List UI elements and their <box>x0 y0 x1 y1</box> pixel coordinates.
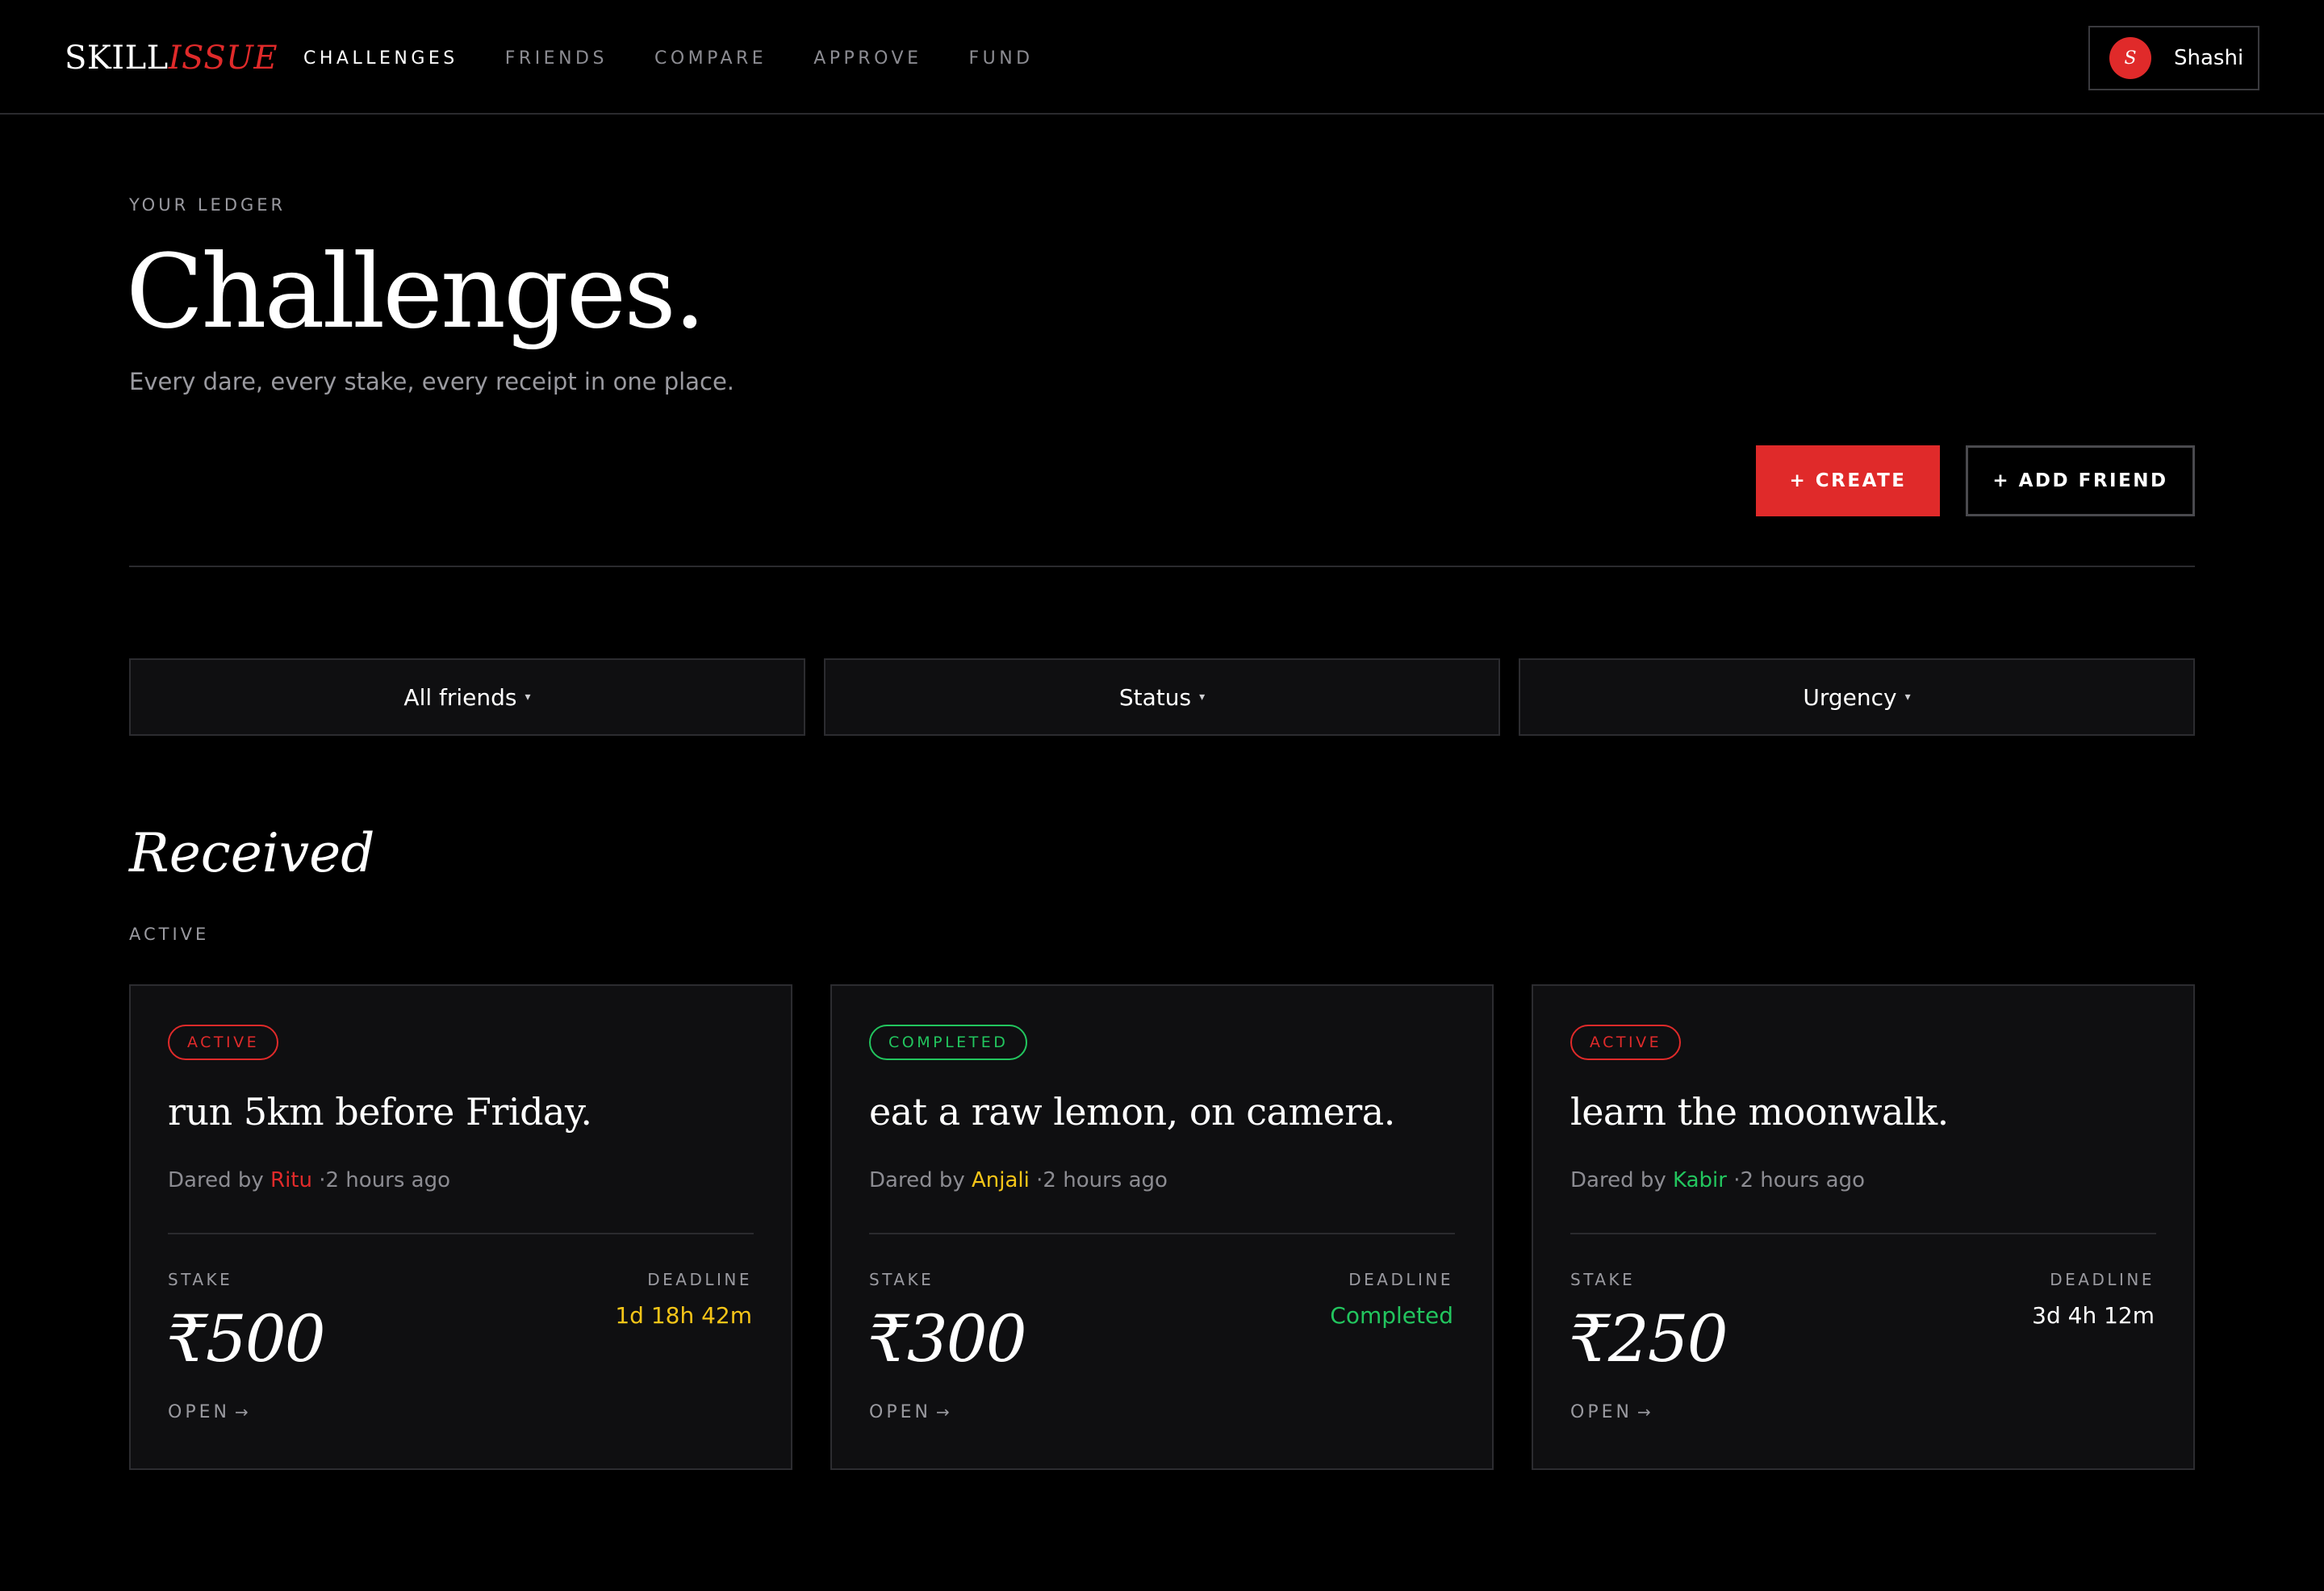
challenge-title: run 5km before Friday. <box>168 1090 592 1134</box>
card-divider <box>1570 1233 2156 1234</box>
header-divider <box>129 566 2195 567</box>
filter-label: Urgency <box>1803 683 1897 711</box>
challenge-meta: Dared by Ritu ·2 hours ago <box>168 1168 450 1192</box>
dared-by-prefix: Dared by <box>1570 1168 1666 1192</box>
dared-by-name[interactable]: Anjali <box>972 1168 1030 1192</box>
nav-links: CHALLENGES FRIENDS COMPARE APPROVE FUND <box>303 47 1080 71</box>
deadline-label: DEADLINE <box>2050 1270 2155 1289</box>
page-title: Challenges. <box>126 232 706 351</box>
logo[interactable]: SKILLISSUE <box>65 37 278 79</box>
time-ago: ·2 hours ago <box>1036 1168 1168 1192</box>
filter-label: Status <box>1118 683 1192 711</box>
nav-link-challenges[interactable]: CHALLENGES <box>303 47 458 71</box>
challenge-title: eat a raw lemon, on camera. <box>869 1090 1395 1134</box>
stake-value: ₹300 <box>867 1301 1027 1376</box>
logo-part-skill: SKILL <box>65 40 169 77</box>
section-subtitle: ACTIVE <box>129 925 210 944</box>
page-subtitle: Every dare, every stake, every receipt i… <box>129 368 735 395</box>
nav-link-compare[interactable]: COMPARE <box>654 47 767 71</box>
card-divider <box>869 1233 1455 1234</box>
card-divider <box>168 1233 754 1234</box>
caret-down-icon: ▾ <box>1904 691 1911 704</box>
user-name: Shashi <box>2174 46 2244 70</box>
filter-label: All friends <box>403 683 517 711</box>
dared-by-name[interactable]: Kabir <box>1673 1168 1727 1192</box>
nav-link-approve[interactable]: APPROVE <box>813 47 922 71</box>
challenge-card[interactable]: COMPLETED eat a raw lemon, on camera. Da… <box>830 984 1494 1470</box>
top-nav: SKILLISSUE CHALLENGES FRIENDS COMPARE AP… <box>0 0 2324 115</box>
status-badge: COMPLETED <box>869 1025 1028 1060</box>
caret-down-icon: ▾ <box>525 691 531 704</box>
deadline-label: DEADLINE <box>1348 1270 1453 1289</box>
stake-label: STAKE <box>1570 1270 1636 1289</box>
add-friend-button[interactable]: + ADD FRIEND <box>1966 445 2195 516</box>
challenge-meta: Dared by Kabir ·2 hours ago <box>1570 1168 1865 1192</box>
stake-value: ₹250 <box>1569 1301 1728 1376</box>
section-title: Received <box>129 822 375 884</box>
deadline-value: Completed <box>1330 1302 1453 1329</box>
deadline-value: 1d 18h 42m <box>615 1302 752 1329</box>
avatar: S <box>2109 37 2151 79</box>
challenge-meta: Dared by Anjali ·2 hours ago <box>869 1168 1168 1192</box>
nav-link-fund[interactable]: FUND <box>968 47 1033 71</box>
deadline-value: 3d 4h 12m <box>2032 1302 2155 1329</box>
open-label: OPEN <box>1570 1402 1632 1422</box>
open-link[interactable]: OPEN → <box>869 1402 950 1422</box>
open-link[interactable]: OPEN → <box>168 1402 249 1422</box>
dared-by-prefix: Dared by <box>869 1168 965 1192</box>
arrow-right-icon: → <box>1636 1402 1651 1422</box>
deadline-label: DEADLINE <box>647 1270 752 1289</box>
create-button[interactable]: + CREATE <box>1756 445 1940 516</box>
arrow-right-icon: → <box>234 1402 249 1422</box>
filter-all-friends[interactable]: All friends ▾ <box>129 658 805 736</box>
page-eyebrow: YOUR LEDGER <box>129 195 286 215</box>
challenge-card[interactable]: ACTIVE run 5km before Friday. Dared by R… <box>129 984 792 1470</box>
stake-label: STAKE <box>168 1270 233 1289</box>
status-badge: ACTIVE <box>1570 1025 1682 1060</box>
caret-down-icon: ▾ <box>1199 691 1206 704</box>
arrow-right-icon: → <box>935 1402 950 1422</box>
user-menu-button[interactable]: S Shashi <box>2088 26 2259 90</box>
dared-by-prefix: Dared by <box>168 1168 264 1192</box>
filter-urgency[interactable]: Urgency ▾ <box>1519 658 2195 736</box>
filter-status[interactable]: Status ▾ <box>824 658 1500 736</box>
stake-label: STAKE <box>869 1270 934 1289</box>
challenge-card[interactable]: ACTIVE learn the moonwalk. Dared by Kabi… <box>1532 984 2195 1470</box>
nav-link-friends[interactable]: FRIENDS <box>505 47 608 71</box>
time-ago: ·2 hours ago <box>1733 1168 1865 1192</box>
logo-part-issue: ISSUE <box>168 40 278 77</box>
open-link[interactable]: OPEN → <box>1570 1402 1651 1422</box>
stake-value: ₹500 <box>166 1301 326 1376</box>
dared-by-name[interactable]: Ritu <box>270 1168 312 1192</box>
open-label: OPEN <box>869 1402 931 1422</box>
time-ago: ·2 hours ago <box>319 1168 451 1192</box>
open-label: OPEN <box>168 1402 230 1422</box>
status-badge: ACTIVE <box>168 1025 279 1060</box>
challenge-title: learn the moonwalk. <box>1570 1090 1949 1134</box>
